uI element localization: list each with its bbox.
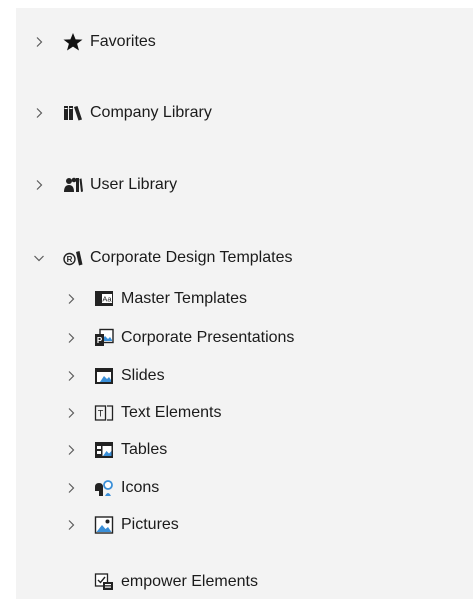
- master-template-icon: Aa: [93, 288, 115, 310]
- chevron-right-icon[interactable]: [64, 518, 78, 532]
- registered-book-icon: R: [62, 247, 84, 269]
- tree-item-label: Icons: [121, 479, 160, 496]
- tree-item-pictures[interactable]: Pictures: [64, 511, 179, 539]
- tree-item-label: Favorites: [90, 33, 156, 50]
- chevron-right-icon[interactable]: [64, 292, 78, 306]
- tree-item-label: User Library: [90, 176, 178, 193]
- svg-text:Aa: Aa: [102, 295, 112, 304]
- empower-elements-icon: [93, 571, 115, 593]
- tree-item-company-library[interactable]: Company Library: [32, 99, 212, 127]
- svg-text:R: R: [67, 255, 73, 264]
- tree-item-corporate-design-templates[interactable]: R Corporate Design Templates: [32, 244, 292, 272]
- star-icon: [62, 31, 84, 53]
- tree-item-icons[interactable]: Icons: [64, 474, 159, 502]
- chevron-down-icon[interactable]: [32, 251, 46, 265]
- tree-item-slides[interactable]: Slides: [64, 362, 165, 390]
- tree-item-text-elements[interactable]: T Text Elements: [64, 399, 221, 427]
- table-icon: [93, 439, 115, 461]
- chevron-right-icon[interactable]: [32, 35, 46, 49]
- tree-item-label: Corporate Presentations: [121, 329, 295, 346]
- tree-item-tables[interactable]: Tables: [64, 436, 167, 464]
- tree-item-label: empower Elements: [121, 573, 258, 590]
- books-icon: [62, 102, 84, 124]
- tree-item-label: Pictures: [121, 516, 179, 533]
- chevron-right-icon[interactable]: [32, 178, 46, 192]
- slide-icon: [93, 365, 115, 387]
- tree-item-label: Slides: [121, 367, 165, 384]
- svg-text:T: T: [98, 409, 104, 419]
- tree-item-label: Text Elements: [121, 404, 222, 421]
- tree-item-label: Company Library: [90, 104, 212, 121]
- icons-icon: [93, 477, 115, 499]
- tree-item-empower-elements[interactable]: empower Elements: [93, 568, 258, 596]
- presentation-icon: P: [93, 327, 115, 349]
- tree-item-favorites[interactable]: Favorites: [32, 28, 156, 56]
- tree-item-user-library[interactable]: User Library: [32, 171, 177, 199]
- users-books-icon: [62, 174, 84, 196]
- chevron-right-icon[interactable]: [64, 369, 78, 383]
- chevron-right-icon[interactable]: [64, 331, 78, 345]
- tree-item-master-templates[interactable]: Aa Master Templates: [64, 285, 247, 313]
- tree-item-label: Tables: [121, 441, 168, 458]
- tree-item-label: Corporate Design Templates: [90, 249, 293, 266]
- chevron-right-icon[interactable]: [64, 406, 78, 420]
- chevron-right-icon[interactable]: [64, 481, 78, 495]
- tree-item-label: Master Templates: [121, 290, 247, 307]
- chevron-right-icon[interactable]: [32, 106, 46, 120]
- picture-icon: [93, 514, 115, 536]
- chevron-right-icon[interactable]: [64, 443, 78, 457]
- library-tree-panel: Favorites Company Library User Library R…: [16, 8, 473, 599]
- tree-item-corporate-presentations[interactable]: P Corporate Presentations: [64, 324, 294, 352]
- svg-text:P: P: [97, 336, 103, 345]
- text-element-icon: T: [93, 402, 115, 424]
